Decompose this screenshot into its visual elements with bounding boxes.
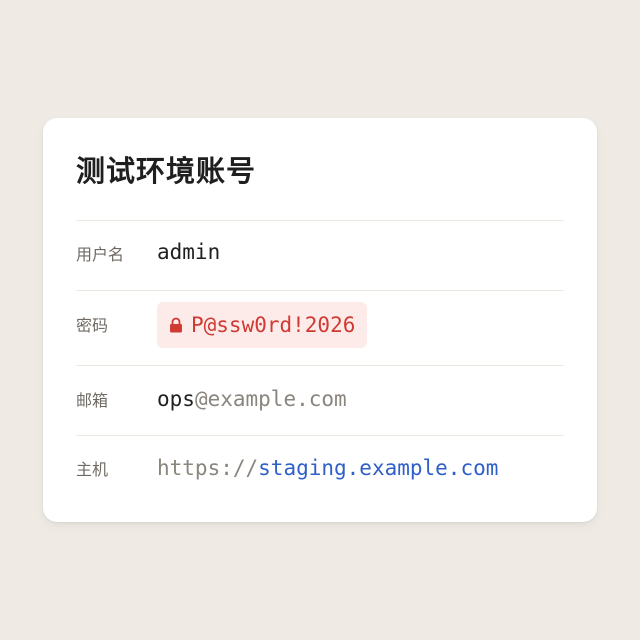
password-row: 密码 P@ssw0rd!2026 [76,290,564,365]
password-value: P@ssw0rd!2026 [191,313,356,337]
email-label: 邮箱 [76,391,109,410]
email-domain: @example.com [194,387,347,411]
card-title: 测试环境账号 [76,154,257,188]
host-label: 主机 [76,460,109,479]
password-badge[interactable]: P@ssw0rd!2026 [157,302,368,348]
email-user: ops [157,387,195,411]
email-value[interactable]: ops@example.com [157,385,347,413]
username-label: 用户名 [76,245,125,264]
host-row: 主机 https://staging.example.com [76,435,564,505]
lock-icon [170,317,182,333]
password-label: 密码 [76,316,109,335]
host-scheme: https:// [157,456,259,480]
host-name: staging.example.com [258,456,499,480]
username-value[interactable]: admin [157,238,220,266]
account-card: 测试环境账号 用户名 admin 密码 P@ssw0rd!2026 邮箱 ops… [43,118,597,522]
username-row: 用户名 admin [76,220,564,290]
host-link[interactable]: https://staging.example.com [157,454,498,482]
email-row: 邮箱 ops@example.com [76,365,564,435]
